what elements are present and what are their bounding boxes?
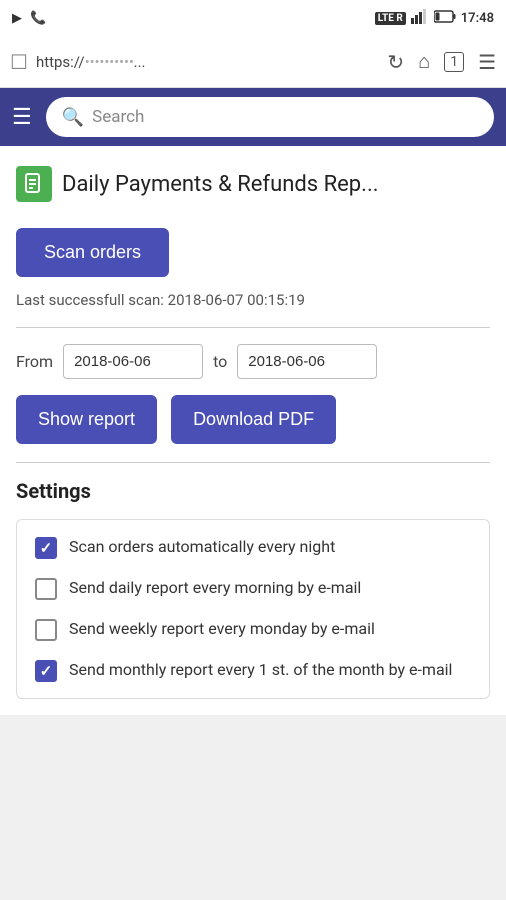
home-icon[interactable]: ⌂ [418,49,430,74]
divider-2 [16,462,490,463]
browser-url[interactable]: https://••••••••••... [36,53,379,71]
setting-item-send-weekly: Send weekly report every monday by e-mai… [35,618,471,641]
tab-count-icon[interactable]: 1 [444,52,464,72]
browser-bar: ☐ https://••••••••••... ↻ ⌂ 1 ☰ [0,36,506,88]
download-pdf-button[interactable]: Download PDF [171,395,336,444]
play-icon: ▶ [12,11,22,26]
page-title-row: Daily Payments & Refunds Rep... [16,162,490,206]
time-display: 17:48 [461,11,494,26]
page-title: Daily Payments & Refunds Rep... [62,172,379,197]
setting-label-scan-auto: Scan orders automatically every night [69,536,335,558]
battery-icon [434,10,456,27]
phone-icon: 📞 [30,11,46,26]
settings-title: Settings [16,479,490,503]
divider-1 [16,327,490,328]
settings-card: Scan orders automatically every night Se… [16,519,490,699]
to-date-input[interactable] [237,344,377,379]
shield-icon: ☐ [10,50,28,74]
page-content: Daily Payments & Refunds Rep... Scan ord… [0,146,506,715]
search-placeholder: Search [92,107,144,127]
checkbox-send-weekly[interactable] [35,619,57,641]
menu-icon[interactable]: ☰ [478,50,496,74]
setting-label-send-daily: Send daily report every morning by e-mai… [69,577,361,599]
browser-actions: ↻ ⌂ 1 ☰ [387,49,496,74]
lte-badge: LTE R [375,12,406,25]
from-label: From [16,352,53,371]
status-left-icons: ▶ 📞 [12,11,46,26]
settings-section: Settings Scan orders automatically every… [16,479,490,699]
checkbox-scan-auto[interactable] [35,537,57,559]
checkbox-send-monthly[interactable] [35,660,57,682]
setting-item-send-daily: Send daily report every morning by e-mai… [35,577,471,600]
signal-icon [411,8,429,28]
app-header: ☰ 🔍 Search [0,88,506,146]
status-bar: ▶ 📞 LTE R 17:48 [0,0,506,36]
scan-orders-button[interactable]: Scan orders [16,228,169,277]
hamburger-icon[interactable]: ☰ [12,105,32,130]
setting-item-scan-auto: Scan orders automatically every night [35,536,471,559]
report-buttons-row: Show report Download PDF [16,395,490,444]
refresh-icon[interactable]: ↻ [387,50,404,74]
last-scan-info: Last successfull scan: 2018-06-07 00:15:… [16,291,490,309]
to-label: to [213,352,227,371]
setting-label-send-monthly: Send monthly report every 1 st. of the m… [69,659,452,681]
search-icon: 🔍 [62,107,84,128]
page-icon [16,166,52,202]
from-date-input[interactable] [63,344,203,379]
status-right: LTE R 17:48 [375,8,494,28]
date-range-row: From to [16,344,490,379]
setting-item-send-monthly: Send monthly report every 1 st. of the m… [35,659,471,682]
show-report-button[interactable]: Show report [16,395,157,444]
setting-label-send-weekly: Send weekly report every monday by e-mai… [69,618,375,640]
checkbox-send-daily[interactable] [35,578,57,600]
search-bar[interactable]: 🔍 Search [46,97,494,137]
